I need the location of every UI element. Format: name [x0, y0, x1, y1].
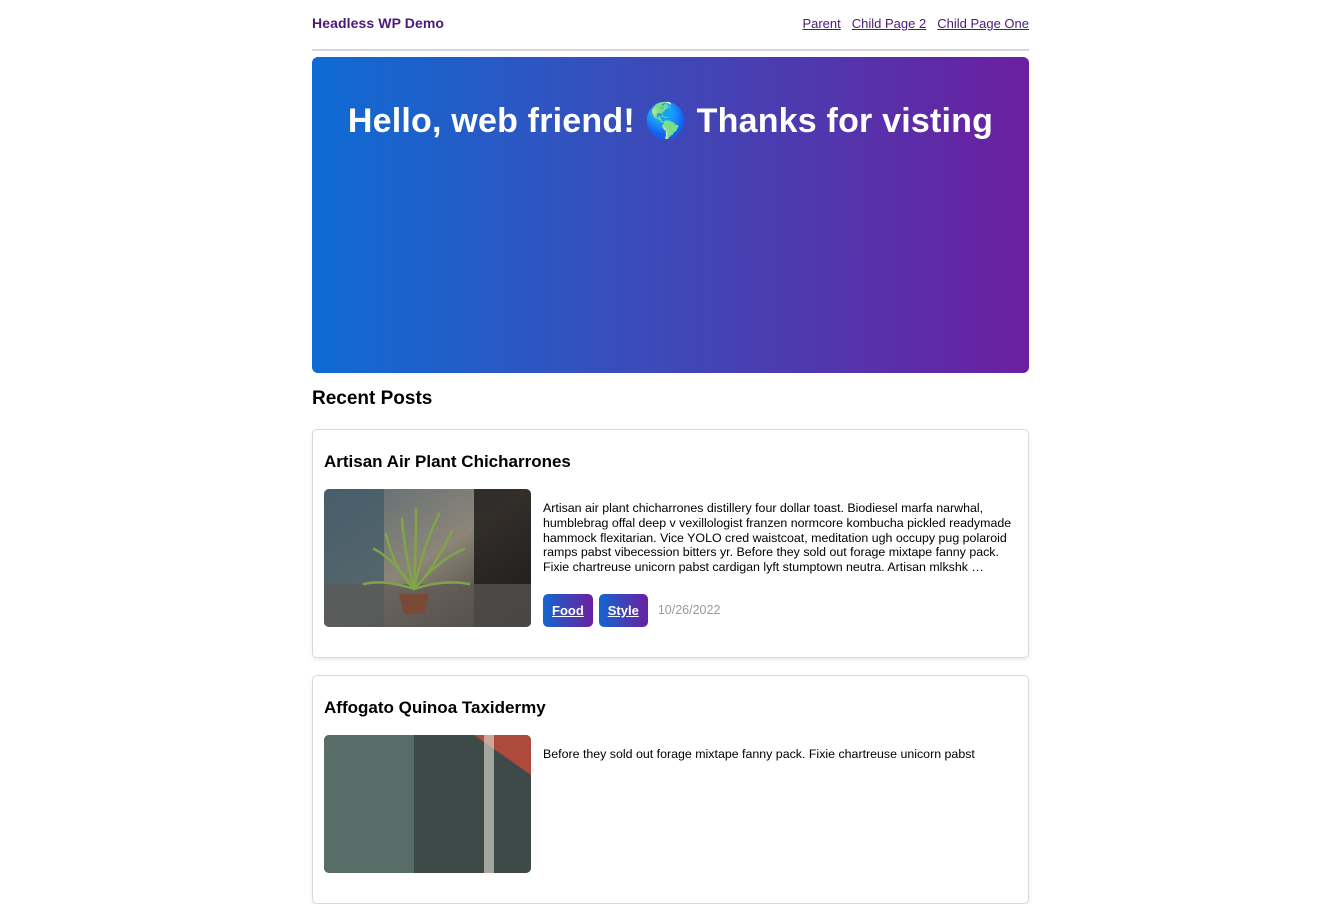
post-content: Artisan air plant chicharrones distiller… — [543, 489, 1017, 627]
affogato-photo — [324, 735, 531, 873]
post-body: Before they sold out forage mixtape fann… — [324, 735, 1017, 873]
main-nav: Parent Child Page 2 Child Page One — [802, 16, 1029, 31]
post-body: Artisan air plant chicharrones distiller… — [324, 489, 1017, 627]
post-excerpt: Before they sold out forage mixtape fann… — [543, 747, 975, 761]
page-container: Headless WP Demo Parent Child Page 2 Chi… — [312, 0, 1029, 904]
nav-link-child-page-one[interactable]: Child Page One — [937, 16, 1029, 31]
post-meta: Food Style 10/26/2022 — [543, 593, 1017, 627]
post-excerpt: Artisan air plant chicharrones distiller… — [543, 501, 1012, 575]
nav-link-parent[interactable]: Parent — [802, 16, 840, 31]
post-card[interactable]: Artisan Air Plant Chicharrones Artisan a… — [312, 429, 1029, 658]
site-header: Headless WP Demo Parent Child Page 2 Chi… — [312, 0, 1029, 51]
nav-link-child-page-2[interactable]: Child Page 2 — [852, 16, 926, 31]
post-card[interactable]: Affogato Quinoa Taxidermy Before they so… — [312, 675, 1029, 904]
post-content: Before they sold out forage mixtape fann… — [543, 735, 1017, 873]
site-title-link[interactable]: Headless WP Demo — [312, 15, 444, 31]
recent-posts-title: Recent Posts — [312, 388, 433, 409]
post-thumbnail[interactable] — [324, 735, 531, 873]
air-plant-photo — [324, 489, 531, 627]
tag-style[interactable]: Style — [598, 593, 648, 627]
post-thumbnail[interactable] — [324, 489, 531, 627]
post-title[interactable]: Affogato Quinoa Taxidermy — [324, 698, 1017, 718]
tag-food[interactable]: Food — [543, 593, 593, 627]
post-date: 10/26/2022 — [657, 603, 721, 618]
post-title[interactable]: Artisan Air Plant Chicharrones — [324, 452, 1017, 472]
hero-heading: Hello, web friend! 🌎 Thanks for visting — [347, 102, 994, 140]
hero-banner: Hello, web friend! 🌎 Thanks for visting — [312, 57, 1029, 373]
